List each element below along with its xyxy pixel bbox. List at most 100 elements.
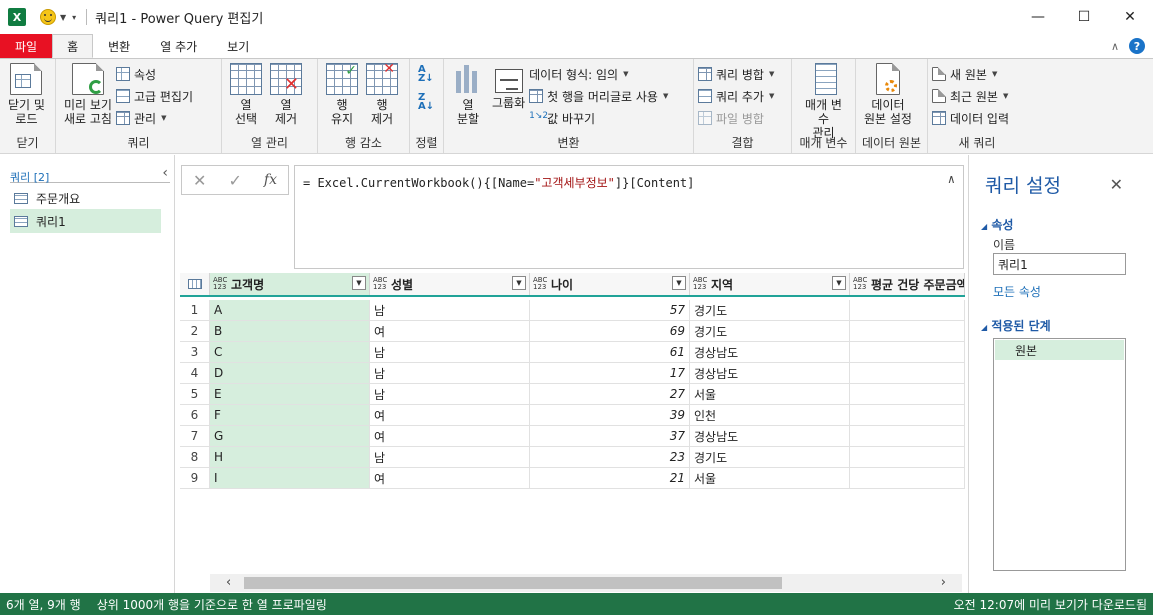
minimize-button[interactable]: —	[1015, 0, 1061, 34]
sort-ascending-icon[interactable]: A Z↓	[418, 65, 434, 84]
table-menu-button[interactable]	[180, 273, 210, 295]
recent-sources-button[interactable]: 최근 원본 ▼	[932, 87, 1009, 105]
applied-steps-section[interactable]: ◢ 적용된 단계	[981, 317, 1051, 334]
table-cell[interactable]: H	[210, 447, 370, 468]
combine-files-button[interactable]: 파일 병합	[698, 109, 774, 127]
table-cell[interactable]: 경상남도	[690, 363, 850, 384]
table-cell[interactable]: F	[210, 405, 370, 426]
column-header[interactable]: ABC 123 평균 건당 주문금액	[850, 273, 965, 295]
sort-descending-icon[interactable]: Z A↓	[418, 93, 434, 112]
query-item-selected[interactable]: 쿼리1	[10, 209, 161, 233]
tab-add-column[interactable]: 열 추가	[145, 34, 212, 58]
table-cell[interactable]: 69	[530, 321, 690, 342]
type-any-icon[interactable]: ABC 123	[853, 277, 867, 291]
filter-dropdown-icon[interactable]: ▼	[672, 276, 686, 290]
table-cell[interactable]: 경기도	[690, 321, 850, 342]
close-icon[interactable]: ✕	[1110, 175, 1123, 194]
tab-transform[interactable]: 변환	[93, 34, 145, 58]
table-cell[interactable]	[850, 426, 965, 447]
type-any-icon[interactable]: ABC 123	[213, 277, 227, 291]
new-source-button[interactable]: 새 원본 ▼	[932, 65, 1009, 83]
table-cell[interactable]: 남	[370, 447, 530, 468]
table-cell[interactable]: 61	[530, 342, 690, 363]
column-header[interactable]: ABC 123 성별 ▼	[370, 273, 530, 295]
table-cell[interactable]: 서울	[690, 468, 850, 489]
table-cell[interactable]: B	[210, 321, 370, 342]
manage-button[interactable]: 관리 ▼	[115, 109, 193, 127]
query-item[interactable]: 주문개요	[10, 186, 161, 210]
tab-file[interactable]: 파일	[0, 34, 53, 58]
filter-dropdown-icon[interactable]: ▼	[832, 276, 846, 290]
collapse-pane-icon[interactable]: ‹	[162, 165, 168, 181]
scrollbar-thumb[interactable]	[244, 577, 782, 589]
table-cell[interactable]: 남	[370, 300, 530, 321]
properties-button[interactable]: 속성	[115, 65, 193, 83]
quick-access-customize-icon[interactable]: ▾	[72, 13, 76, 22]
properties-section[interactable]: ◢ 속성	[981, 216, 1013, 233]
table-cell[interactable]	[850, 363, 965, 384]
table-cell[interactable]	[850, 321, 965, 342]
table-cell[interactable]: 경상남도	[690, 342, 850, 363]
table-cell[interactable]: 57	[530, 300, 690, 321]
table-cell[interactable]: A	[210, 300, 370, 321]
advanced-editor-button[interactable]: 고급 편집기	[115, 87, 193, 105]
table-cell[interactable]: 37	[530, 426, 690, 447]
chevron-down-icon[interactable]: ▼	[60, 13, 66, 22]
table-cell[interactable]: C	[210, 342, 370, 363]
table-cell[interactable]: 여	[370, 405, 530, 426]
collapse-ribbon-icon[interactable]: ∧	[1111, 40, 1119, 53]
table-cell[interactable]: 경기도	[690, 300, 850, 321]
type-any-icon[interactable]: ABC 123	[373, 277, 387, 291]
filter-dropdown-icon[interactable]: ▼	[512, 276, 526, 290]
table-cell[interactable]: 인천	[690, 405, 850, 426]
applied-step-item[interactable]: 원본	[995, 340, 1124, 360]
table-cell[interactable]: 경상남도	[690, 426, 850, 447]
commit-formula-icon[interactable]: ✓	[228, 171, 241, 190]
scroll-right-icon[interactable]: ›	[941, 574, 946, 592]
horizontal-scrollbar[interactable]: ‹ ›	[210, 574, 962, 592]
table-cell[interactable]	[850, 384, 965, 405]
table-cell[interactable]: 39	[530, 405, 690, 426]
table-cell[interactable]: 서울	[690, 384, 850, 405]
tab-home[interactable]: 홈	[52, 34, 94, 58]
table-cell[interactable]: 남	[370, 342, 530, 363]
column-header[interactable]: ABC 123 지역 ▼	[690, 273, 850, 295]
tab-view[interactable]: 보기	[212, 34, 264, 58]
cancel-formula-icon[interactable]: ✕	[193, 171, 206, 190]
maximize-button[interactable]: ☐	[1061, 0, 1107, 34]
table-cell[interactable]: 27	[530, 384, 690, 405]
table-cell[interactable]	[850, 447, 965, 468]
table-cell[interactable]	[850, 342, 965, 363]
all-properties-link[interactable]: 모든 속성	[993, 283, 1041, 300]
data-type-dropdown[interactable]: 데이터 형식: 임의 ▼	[529, 65, 668, 83]
help-icon[interactable]: ?	[1129, 38, 1145, 54]
use-first-row-headers-button[interactable]: 첫 행을 머리글로 사용 ▼	[529, 87, 668, 105]
table-cell[interactable]: 경기도	[690, 447, 850, 468]
table-cell[interactable]	[850, 300, 965, 321]
column-header[interactable]: ABC 123 고객명 ▼	[210, 273, 370, 295]
table-cell[interactable]	[850, 405, 965, 426]
table-cell[interactable]: I	[210, 468, 370, 489]
table-cell[interactable]: 21	[530, 468, 690, 489]
table-cell[interactable]: E	[210, 384, 370, 405]
append-queries-button[interactable]: 쿼리 추가 ▼	[698, 87, 774, 105]
table-cell[interactable]: D	[210, 363, 370, 384]
table-cell[interactable]: 17	[530, 363, 690, 384]
column-header[interactable]: ABC 123 나이 ▼	[530, 273, 690, 295]
type-any-icon[interactable]: ABC 123	[693, 277, 707, 291]
merge-queries-button[interactable]: 쿼리 병합 ▼	[698, 65, 774, 83]
scroll-left-icon[interactable]: ‹	[226, 574, 231, 592]
smiley-feedback-icon[interactable]	[40, 9, 56, 25]
type-any-icon[interactable]: ABC 123	[533, 277, 547, 291]
query-name-field[interactable]	[993, 253, 1126, 275]
table-cell[interactable]: 23	[530, 447, 690, 468]
formula-bar[interactable]: = Excel.CurrentWorkbook(){[Name="고객세부정보"…	[294, 165, 964, 269]
enter-data-button[interactable]: 데이터 입력	[932, 109, 1009, 127]
fx-icon[interactable]: fx	[264, 172, 277, 188]
table-cell[interactable]: 여	[370, 321, 530, 342]
table-cell[interactable]: 남	[370, 384, 530, 405]
filter-dropdown-icon[interactable]: ▼	[352, 276, 366, 290]
table-cell[interactable]: 남	[370, 363, 530, 384]
close-window-button[interactable]: ✕	[1107, 0, 1153, 34]
status-profiling[interactable]: 상위 1000개 행을 기준으로 한 열 프로파일링	[97, 596, 327, 613]
